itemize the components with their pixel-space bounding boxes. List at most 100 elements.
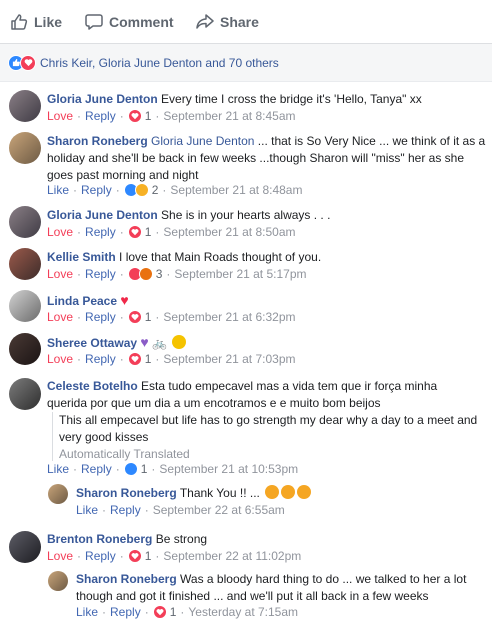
comment-author[interactable]: Sharon Roneberg (76, 486, 177, 500)
comment-author[interactable]: Brenton Roneberg (47, 532, 152, 546)
reply-link[interactable]: Reply (85, 352, 116, 366)
comment-body: Gloria June Denton Every time I cross th… (47, 91, 422, 108)
like-reaction-icon (123, 462, 138, 476)
avatar[interactable] (9, 206, 41, 238)
comment-author[interactable]: Kellie Smith (47, 250, 116, 264)
comment-action-button[interactable]: Comment (85, 13, 174, 31)
reply-link[interactable]: Reply (85, 310, 116, 324)
reply-link[interactable]: Reply (110, 503, 141, 517)
love-reaction-icon (127, 352, 142, 366)
avatar[interactable] (9, 378, 41, 410)
reacted-love-link[interactable]: Love (47, 225, 73, 239)
comment-body: Gloria June Denton She is in your hearts… (47, 207, 330, 224)
like-link[interactable]: Like (47, 183, 69, 197)
reacted-love-link[interactable]: Love (47, 549, 73, 563)
thumbs-up-icon (11, 14, 28, 30)
share-action-button[interactable]: Share (196, 13, 259, 31)
red-heart-emoji: ♥ (120, 292, 129, 308)
comment-timestamp[interactable]: Yesterday at 7:15am (188, 605, 298, 619)
haha-reaction-icon (138, 267, 153, 281)
comment-author[interactable]: Linda Peace (47, 294, 117, 308)
love-reaction-icon (127, 310, 142, 324)
comment-author[interactable]: Sharon Roneberg (76, 572, 177, 586)
heart-eyes-emoji (297, 485, 312, 499)
reacted-love-link[interactable]: Love (47, 310, 73, 324)
comment-meta: Like · Reply · 1 · Yesterday at 7:15am (76, 605, 299, 619)
comment-body: Brenton Roneberg Be strong (47, 531, 207, 548)
sunflower-emoji (172, 335, 187, 349)
avatar[interactable] (9, 248, 41, 280)
comment-author[interactable]: Sharon Roneberg (47, 134, 148, 148)
comment-action-label: Comment (109, 14, 174, 30)
reply-link[interactable]: Reply (85, 267, 116, 281)
like-link[interactable]: Like (47, 462, 69, 476)
mentioned-user-link[interactable]: Gloria June Denton (151, 134, 254, 148)
love-reaction-icon (127, 225, 142, 239)
comment-meta: Love · Reply · 1 · September 21 at 8:50am (47, 225, 296, 239)
comment-text: Every time I cross the bridge it's 'Hell… (161, 92, 422, 106)
reaction-count[interactable]: 1 (145, 310, 152, 324)
comment-meta: Like · Reply · 1 · September 21 at 10:53pm (47, 462, 299, 476)
avatar[interactable] (9, 132, 41, 164)
translation-block: This all empecavel but life has to go st… (52, 412, 482, 461)
reaction-count[interactable]: 1 (145, 109, 152, 123)
avatar[interactable] (9, 290, 41, 322)
comment-timestamp[interactable]: September 22 at 6:55am (153, 503, 285, 517)
reaction-count[interactable]: 2 (152, 183, 159, 197)
like-link[interactable]: Like (76, 503, 98, 517)
comment-timestamp[interactable]: September 21 at 10:53pm (159, 462, 298, 476)
like-link[interactable]: Like (76, 605, 98, 619)
love-reaction-icon (20, 54, 36, 71)
reaction-count[interactable]: 1 (141, 462, 148, 476)
reaction-count[interactable]: 1 (170, 605, 177, 619)
avatar[interactable] (48, 571, 68, 591)
reaction-count[interactable]: 1 (145, 549, 152, 563)
comment-timestamp[interactable]: September 21 at 5:17pm (174, 267, 306, 281)
comment-author[interactable]: Gloria June Denton (47, 208, 158, 222)
reply-link[interactable]: Reply (85, 225, 116, 239)
comment-author[interactable]: Sheree Ottaway (47, 336, 137, 350)
reaction-count[interactable]: 1 (145, 225, 152, 239)
reaction-summary-bar[interactable]: Chris Keir, Gloria June Denton and 70 ot… (0, 44, 492, 82)
avatar[interactable] (48, 484, 68, 504)
heart-eyes-emoji (265, 485, 280, 499)
avatar[interactable] (9, 90, 41, 122)
comment-timestamp[interactable]: September 21 at 6:32pm (163, 310, 295, 324)
comment-author[interactable]: Gloria June Denton (47, 92, 158, 106)
avatar[interactable] (9, 333, 41, 365)
bicycle-emoji: 🚲 (152, 336, 167, 350)
comment-body: Sheree Ottaway ♥ 🚲 (47, 334, 187, 352)
sad-reaction-icon (134, 183, 149, 197)
comment-timestamp[interactable]: September 21 at 8:50am (163, 225, 295, 239)
like-action-button[interactable]: Like (10, 13, 62, 31)
comment-text: She is in your hearts always . . . (161, 208, 331, 222)
auto-translated-label[interactable]: Automatically Translated (59, 447, 482, 461)
reply-link[interactable]: Reply (81, 462, 112, 476)
comment-bubble-icon (85, 14, 103, 30)
like-action-label: Like (34, 14, 63, 30)
reply-link[interactable]: Reply (85, 109, 116, 123)
comment-meta: Love · Reply · 1 · September 22 at 11:02pm (47, 549, 302, 563)
reacted-love-link[interactable]: Love (47, 267, 73, 281)
comment-author[interactable]: Celeste Botelho (47, 379, 138, 393)
avatar[interactable] (9, 531, 41, 563)
love-reaction-icon (152, 605, 167, 619)
reaction-count[interactable]: 1 (145, 352, 152, 366)
reacted-love-link[interactable]: Love (47, 352, 73, 366)
comment-timestamp[interactable]: September 21 at 8:45am (163, 109, 295, 123)
comment-body: Sharon Roneberg Gloria June Denton ... t… (47, 133, 487, 184)
share-arrow-icon (196, 14, 214, 29)
comment-timestamp[interactable]: September 22 at 11:02pm (163, 549, 301, 563)
post-action-bar: Like Comment Share (0, 0, 492, 44)
reaction-count[interactable]: 3 (156, 267, 163, 281)
comment-timestamp[interactable]: September 21 at 7:03pm (163, 352, 295, 366)
translated-text: This all empecavel but life has to go st… (59, 413, 478, 444)
comment-body: Kellie Smith I love that Main Roads thou… (47, 249, 321, 266)
comment-timestamp[interactable]: September 21 at 8:48am (170, 183, 302, 197)
purple-heart-emoji: ♥ (140, 334, 149, 350)
reply-link[interactable]: Reply (81, 183, 112, 197)
reply-link[interactable]: Reply (85, 549, 116, 563)
reaction-summary-text[interactable]: Chris Keir, Gloria June Denton and 70 ot… (40, 56, 279, 70)
reply-link[interactable]: Reply (110, 605, 141, 619)
reacted-love-link[interactable]: Love (47, 109, 73, 123)
